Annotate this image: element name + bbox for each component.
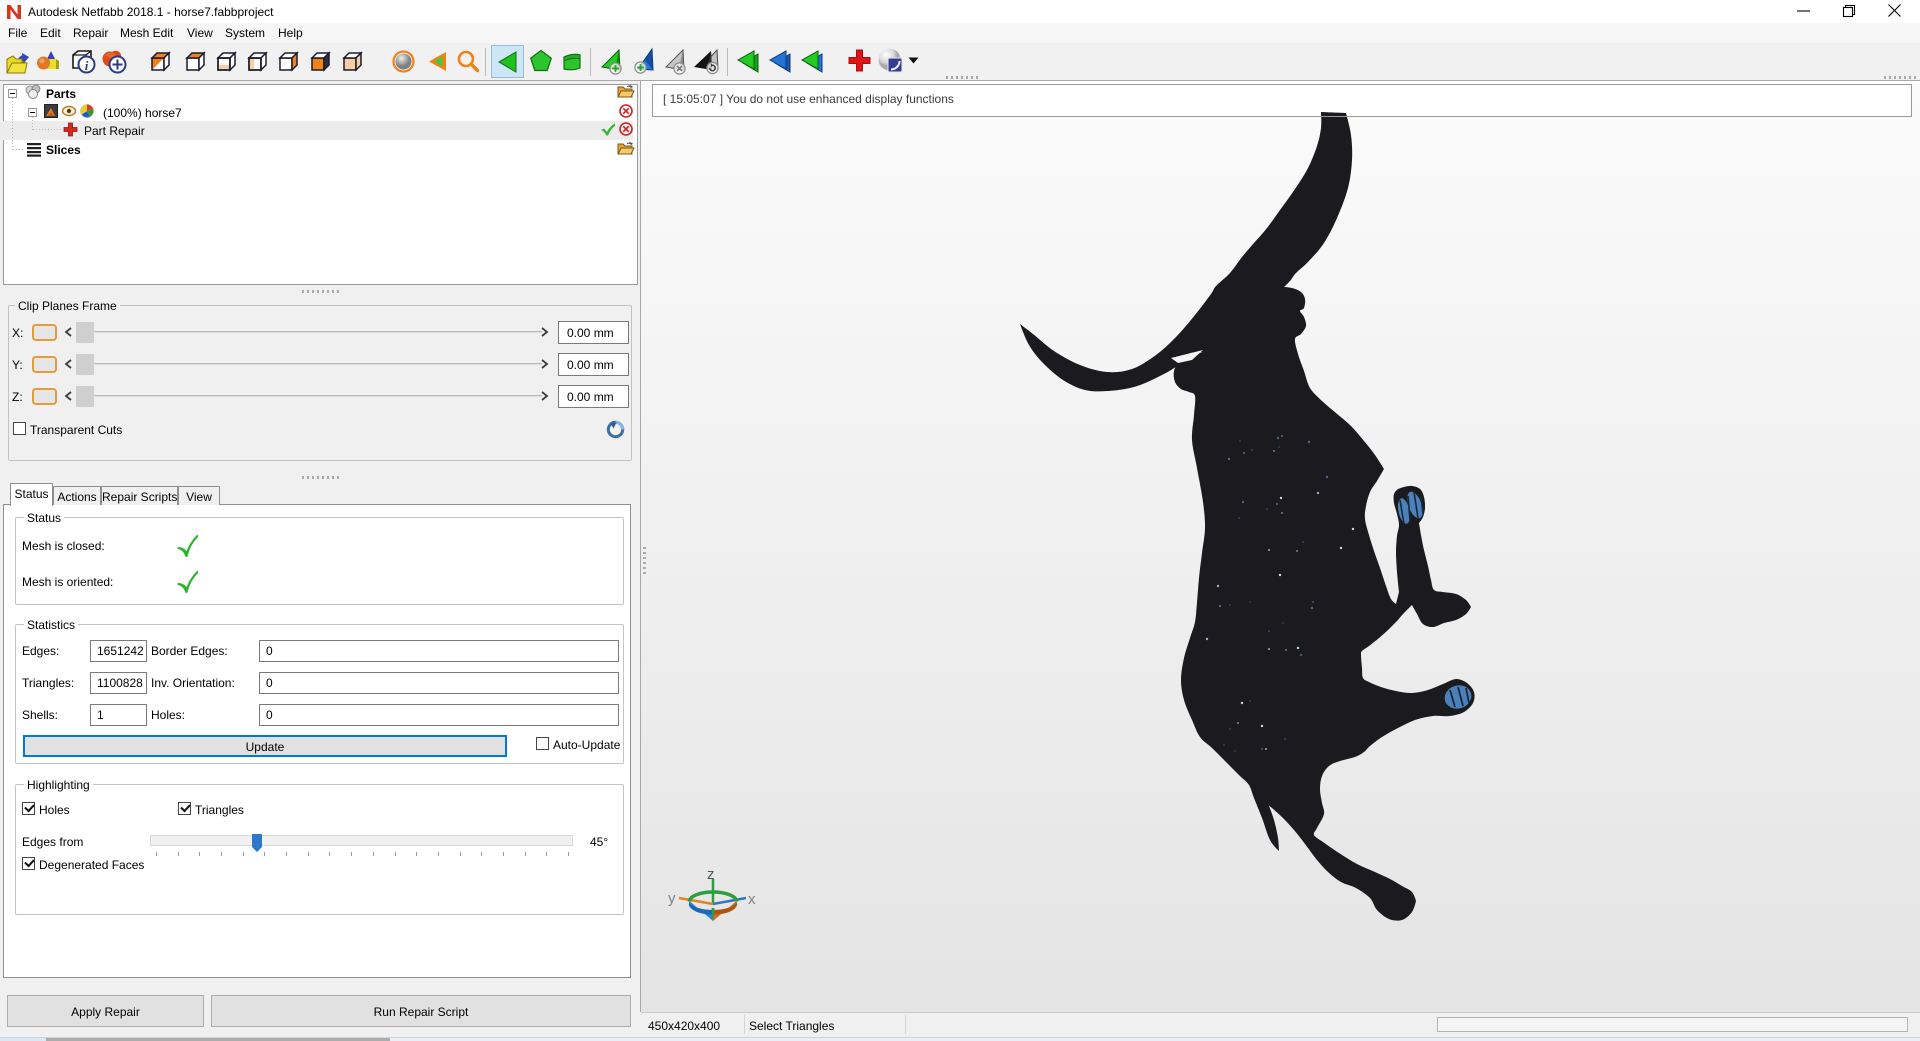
svg-text:y: y — [668, 890, 676, 907]
svg-text:x: x — [748, 891, 756, 908]
svg-text:i: i — [85, 58, 89, 73]
